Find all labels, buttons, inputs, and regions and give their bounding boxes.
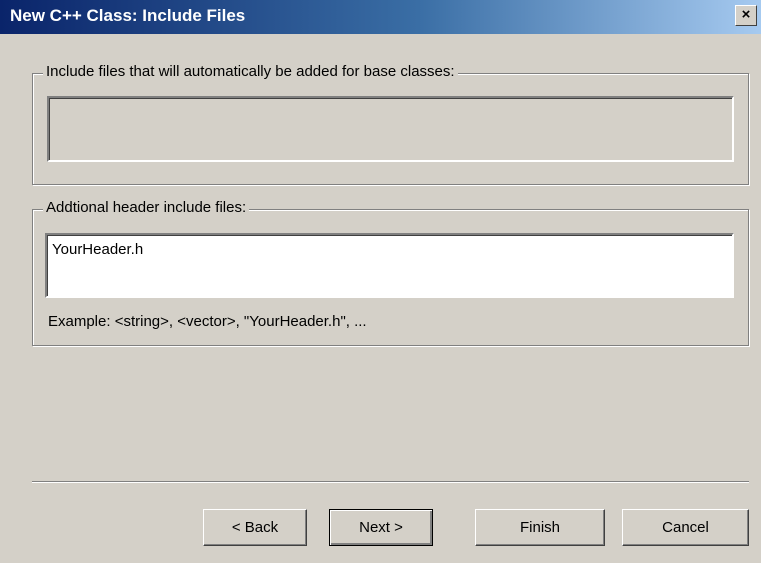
example-hint: Example: <string>, <vector>, "YourHeader… [48, 313, 367, 330]
button-separator [32, 481, 749, 483]
next-button[interactable]: Next > [329, 509, 433, 546]
close-button[interactable]: × [735, 5, 757, 26]
base-includes-label: Include files that will automatically be… [43, 63, 458, 80]
dialog-title: New C++ Class: Include Files [10, 6, 246, 25]
title-bar[interactable]: New C++ Class: Include Files × [0, 0, 761, 34]
additional-includes-label: Addtional header include files: [43, 199, 250, 216]
finish-button[interactable]: Finish [475, 509, 605, 546]
additional-includes-value: YourHeader.h [52, 241, 144, 258]
base-includes-field [47, 96, 734, 162]
dialog-window: New C++ Class: Include Files × Include f… [0, 0, 761, 563]
close-icon: × [741, 6, 751, 23]
back-button[interactable]: < Back [203, 509, 307, 546]
cancel-button[interactable]: Cancel [622, 509, 749, 546]
additional-includes-field[interactable]: YourHeader.h [45, 233, 734, 298]
